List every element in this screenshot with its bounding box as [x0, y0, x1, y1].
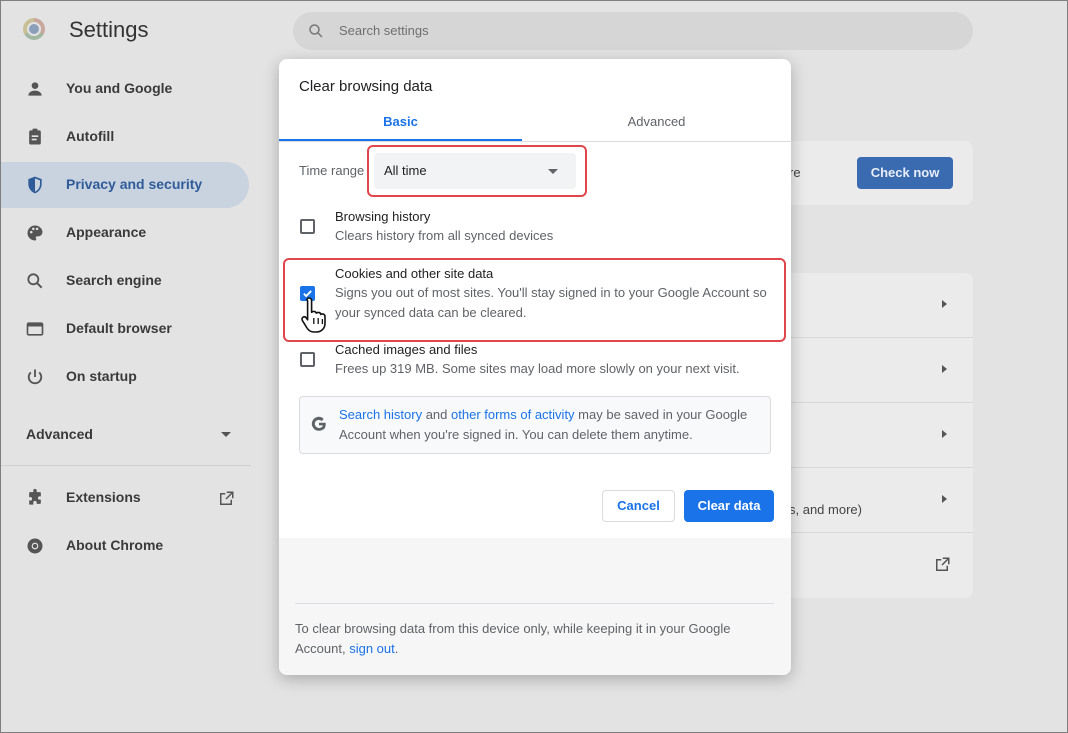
highlight-box-time-range [367, 145, 587, 197]
cancel-button[interactable]: Cancel [602, 490, 675, 522]
open-in-new-icon[interactable] [933, 556, 951, 574]
google-account-info-box: Search history and other forms of activi… [299, 396, 771, 454]
hand-pointer-cursor-icon [301, 297, 326, 333]
clear-browsing-data-dialog: Clear browsing data Basic Advanced Time … [279, 59, 791, 675]
sidebar-item-label: Autofill [66, 128, 115, 144]
power-icon [27, 369, 43, 385]
sidebar-item-privacy-and-security[interactable]: Privacy and security [1, 162, 249, 208]
sidebar-divider [1, 465, 251, 466]
dialog-footer: To clear browsing data from this device … [279, 538, 791, 675]
search-settings-input[interactable]: Search settings [293, 12, 973, 50]
sidebar: You and Google Autofill Privacy and secu… [1, 59, 263, 732]
shield-icon [28, 176, 42, 194]
palette-icon [27, 225, 43, 241]
sidebar-item-appearance[interactable]: Appearance [1, 210, 249, 256]
search-icon [309, 24, 323, 38]
browsing-history-subtitle: Clears history from all synced devices [335, 228, 554, 243]
chrome-outline-icon [27, 538, 43, 554]
settings-row[interactable] [781, 468, 973, 533]
sidebar-item-label: Appearance [66, 224, 147, 240]
dialog-title: Clear browsing data [299, 78, 433, 95]
sidebar-item-label: On startup [66, 368, 137, 384]
chevron-right-icon [942, 300, 947, 308]
open-in-new-icon[interactable] [217, 490, 235, 508]
sidebar-item-label: Privacy and security [66, 176, 203, 192]
sidebar-item-autofill[interactable]: Autofill [1, 114, 249, 160]
sidebar-advanced-toggle[interactable]: Advanced [26, 426, 93, 442]
sidebar-item-label: About Chrome [66, 537, 164, 553]
info-text-and: and [422, 407, 452, 422]
browsing-history-checkbox[interactable] [300, 219, 315, 234]
sidebar-item-label: Extensions [66, 489, 141, 505]
sidebar-item-search-engine[interactable]: Search engine [1, 258, 249, 304]
sidebar-item-on-startup[interactable]: On startup [1, 354, 249, 400]
tab-advanced[interactable]: Advanced [522, 103, 791, 141]
chevron-right-icon [942, 495, 947, 503]
browser-window-icon [26, 322, 44, 336]
sidebar-item-label: You and Google [66, 80, 173, 96]
card-partial-text: s, and more) [789, 502, 862, 517]
person-icon [28, 82, 42, 96]
sidebar-item-extensions[interactable]: Extensions [1, 475, 249, 521]
sidebar-item-you-and-google[interactable]: You and Google [1, 66, 249, 112]
sidebar-item-label: Default browser [66, 320, 172, 336]
app-window: Settings Search settings You and Google … [0, 0, 1068, 733]
cached-images-checkbox[interactable] [300, 352, 315, 367]
sidebar-item-about-chrome[interactable]: About Chrome [1, 523, 249, 569]
chrome-logo-icon [23, 18, 45, 40]
highlight-box-cookies [283, 258, 786, 342]
cached-images-title: Cached images and files [335, 342, 478, 357]
clipboard-icon [29, 128, 41, 145]
search-icon [27, 273, 43, 289]
check-now-button[interactable]: Check now [857, 157, 953, 189]
footer-text-end: . [394, 641, 399, 656]
search-history-link[interactable]: Search history [339, 407, 422, 422]
clear-data-button[interactable]: Clear data [684, 490, 774, 522]
settings-row[interactable] [781, 273, 973, 338]
tab-basic[interactable]: Basic [279, 103, 522, 141]
puzzle-piece-icon [29, 488, 41, 505]
safety-check-card: re Check now [781, 141, 973, 205]
search-placeholder: Search settings [339, 23, 429, 38]
time-range-label: Time range [299, 163, 365, 178]
browsing-history-title: Browsing history [335, 209, 431, 224]
footer-text: To clear browsing data from this device … [295, 619, 765, 659]
tab-divider [279, 141, 791, 142]
privacy-settings-card: s, and more) [781, 273, 973, 598]
top-bar: Settings Search settings [1, 1, 1067, 59]
other-forms-of-activity-link[interactable]: other forms of activity [451, 407, 575, 422]
info-text: Search history and other forms of activi… [339, 405, 759, 445]
chevron-right-icon [942, 430, 947, 438]
sidebar-item-default-browser[interactable]: Default browser [1, 306, 249, 352]
settings-row[interactable] [781, 403, 973, 468]
page-title: Settings [69, 17, 149, 42]
chevron-right-icon [942, 365, 947, 373]
google-g-icon [311, 416, 326, 431]
sidebar-item-label: Search engine [66, 272, 162, 288]
settings-row[interactable] [781, 338, 973, 403]
sign-out-link[interactable]: sign out [349, 641, 395, 656]
footer-divider [295, 603, 774, 604]
chevron-down-icon [221, 432, 231, 437]
cached-images-subtitle: Frees up 319 MB. Some sites may load mor… [335, 361, 740, 376]
